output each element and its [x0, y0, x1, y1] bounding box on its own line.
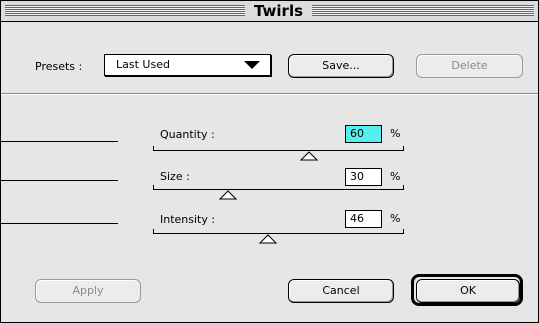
- size-track-end: [403, 185, 404, 190]
- size-field[interactable]: 30: [345, 168, 382, 186]
- quantity-slider-thumb[interactable]: [300, 151, 318, 161]
- preview-guide-line: [0, 180, 118, 181]
- intensity-slider-thumb[interactable]: [259, 234, 277, 244]
- ok-button[interactable]: OK: [416, 279, 520, 303]
- window-title: Twirls: [245, 2, 312, 20]
- intensity-slider-track[interactable]: [153, 233, 404, 234]
- quantity-track-end: [403, 146, 404, 151]
- quantity-slider-track[interactable]: [153, 150, 404, 151]
- size-label: Size :: [160, 170, 190, 183]
- apply-button[interactable]: Apply: [35, 279, 141, 303]
- cancel-button[interactable]: Cancel: [288, 279, 394, 303]
- title-bar[interactable]: Twirls: [1, 1, 538, 22]
- quantity-percent-sign: %: [390, 127, 401, 140]
- quantity-field[interactable]: 60: [345, 125, 382, 143]
- preview-guide-line: [0, 223, 118, 224]
- intensity-track-end: [403, 229, 404, 234]
- delete-button[interactable]: Delete: [416, 54, 523, 78]
- preview-guide-line: [0, 141, 118, 142]
- size-slider-thumb[interactable]: [219, 190, 237, 200]
- title-stripes-left: [5, 5, 245, 16]
- size-slider-track[interactable]: [153, 189, 404, 190]
- title-stripes-right: [312, 5, 534, 16]
- presets-popup[interactable]: Last Used: [104, 54, 271, 76]
- intensity-percent-sign: %: [390, 212, 401, 225]
- presets-label: Presets :: [35, 60, 83, 73]
- presets-selected-value: Last Used: [116, 58, 170, 71]
- intensity-label: Intensity :: [160, 213, 216, 226]
- intensity-field[interactable]: 46: [345, 210, 382, 228]
- size-percent-sign: %: [390, 170, 401, 183]
- quantity-label: Quantity :: [160, 128, 215, 141]
- save-button[interactable]: Save...: [288, 54, 394, 78]
- triangle-down-icon: [244, 61, 260, 69]
